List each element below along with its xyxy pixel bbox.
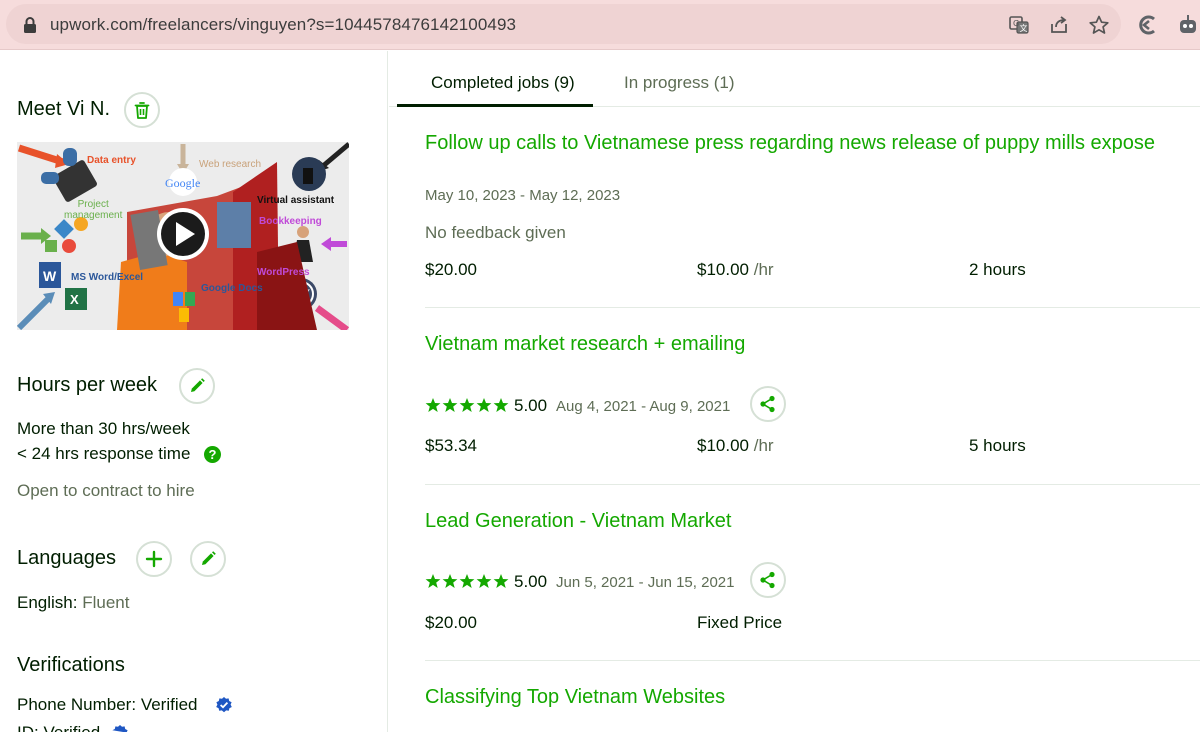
id-verification: ID: Verified	[17, 723, 100, 732]
svg-text:X: X	[70, 292, 79, 307]
job-earned: $53.34	[425, 436, 477, 455]
video-label-bookkeeping: Bookkeeping	[259, 216, 322, 227]
job-price-type: Fixed Price	[697, 613, 783, 632]
job-feedback: No feedback given	[425, 223, 566, 242]
phone-label: Phone Number:	[17, 695, 137, 714]
star-icon	[425, 574, 441, 588]
lock-icon	[24, 17, 36, 33]
video-label-google-docs: Google Docs	[201, 283, 263, 294]
star-icon	[493, 574, 509, 588]
video-label-data-entry: Data entry	[87, 155, 136, 166]
trash-icon	[134, 102, 150, 119]
id-value: Verified	[43, 723, 100, 732]
divider	[425, 484, 1200, 485]
contract-to-hire: Open to contract to hire	[17, 481, 195, 500]
hours-value: More than 30 hrs/week	[17, 419, 190, 438]
star-icon	[459, 398, 475, 412]
verified-badge-icon	[112, 725, 128, 732]
star-icon	[493, 398, 509, 412]
tab-completed-jobs[interactable]: Completed jobs (9)	[431, 73, 575, 93]
video-label-ms-word-excel: MS Word/Excel	[71, 272, 144, 283]
phone-verification: Phone Number: Verified	[17, 695, 198, 715]
rating-stars	[425, 397, 509, 413]
star-icon	[442, 398, 458, 412]
profile-sidebar: Meet Vi N. Google W X Data entry Web res…	[0, 51, 388, 732]
job-dates: Aug 4, 2021 - Aug 9, 2021	[556, 398, 731, 415]
plus-icon	[145, 550, 163, 568]
rating-score: 5.00	[514, 396, 548, 415]
job-title-link[interactable]: Lead Generation - Vietnam Market	[425, 510, 731, 533]
job-hours: 5 hours	[969, 436, 1026, 455]
language-name: English:	[17, 593, 78, 612]
job-earned: $20.00	[425, 613, 477, 632]
work-history-panel: Completed jobs (9) In progress (1) Follo…	[389, 51, 1200, 732]
robot-extension-icon[interactable]	[1176, 13, 1200, 37]
verifications-title: Verifications	[17, 654, 125, 676]
video-label-virtual-assistant: Virtual assistant	[257, 195, 335, 206]
job-title-link[interactable]: Follow up calls to Vietnamese press rega…	[425, 132, 1155, 155]
job-title-link[interactable]: Classifying Top Vietnam Websites	[425, 686, 725, 709]
language-level: Fluent	[82, 593, 130, 612]
share-icon[interactable]	[1048, 14, 1070, 36]
tab-in-progress[interactable]: In progress (1)	[624, 73, 735, 93]
star-icon	[425, 398, 441, 412]
job-rate-unit: /hr	[753, 436, 774, 455]
job-rate: $10.00 /hr	[697, 260, 774, 280]
url-text[interactable]: upwork.com/freelancers/vinguyen?s=104457…	[50, 15, 516, 35]
id-label: ID:	[17, 723, 39, 732]
star-icon	[442, 574, 458, 588]
star-icon	[459, 574, 475, 588]
svg-text:G: G	[1013, 19, 1019, 28]
job-rate-value: $10.00	[697, 260, 749, 279]
video-label-project-management: Project management	[64, 199, 123, 221]
extension-icon[interactable]	[1136, 13, 1160, 37]
star-icon	[476, 398, 492, 412]
help-icon[interactable]: ?	[204, 446, 221, 463]
rating-stars	[425, 573, 509, 589]
translate-icon[interactable]: G 文	[1008, 14, 1030, 36]
pencil-icon	[202, 551, 216, 565]
bookmark-star-icon[interactable]	[1088, 14, 1110, 36]
languages-title: Languages	[17, 547, 116, 569]
verified-badge-icon	[216, 697, 232, 713]
star-icon	[476, 574, 492, 588]
hours-per-week-title: Hours per week	[17, 374, 158, 396]
edit-hours-button[interactable]	[179, 368, 215, 404]
language-entry: English: Fluent	[17, 593, 129, 613]
delete-video-button[interactable]	[124, 92, 160, 128]
svg-text:文: 文	[1020, 23, 1028, 33]
share-icon	[760, 395, 775, 413]
job-rate-unit: /hr	[753, 260, 774, 279]
divider	[425, 660, 1200, 661]
edit-languages-button[interactable]	[190, 541, 226, 577]
svg-text:W: W	[43, 268, 57, 284]
job-title-link[interactable]: Vietnam market research + emailing	[425, 333, 745, 356]
intro-video-thumbnail[interactable]: Google W X W	[17, 142, 349, 330]
phone-value: Verified	[140, 695, 198, 714]
browser-toolbar: upwork.com/freelancers/vinguyen?s=104457…	[0, 0, 1200, 50]
address-bar[interactable]: upwork.com/freelancers/vinguyen?s=104457…	[6, 4, 1121, 44]
rating-score: 5.00	[514, 572, 548, 591]
job-dates: Jun 5, 2021 - Jun 15, 2021	[556, 574, 735, 591]
share-icon	[760, 571, 775, 589]
share-job-button[interactable]	[750, 386, 786, 422]
job-rate: $10.00 /hr	[697, 436, 774, 456]
google-logo: Google	[165, 176, 200, 190]
job-earned: $20.00	[425, 260, 477, 279]
job-hours: 2 hours	[969, 260, 1026, 279]
pencil-icon	[191, 378, 205, 392]
meet-title: Meet Vi N.	[17, 98, 110, 120]
work-history-tabs: Completed jobs (9) In progress (1)	[389, 51, 1200, 107]
job-rate-value: $10.00	[697, 436, 749, 455]
response-time: < 24 hrs response time	[17, 444, 191, 463]
divider	[425, 307, 1200, 308]
share-job-button[interactable]	[750, 562, 786, 598]
video-label-wordpress: WordPress	[257, 267, 310, 278]
video-label-web-research: Web research	[199, 159, 262, 170]
job-dates: May 10, 2023 - May 12, 2023	[425, 187, 621, 204]
active-tab-indicator	[397, 104, 593, 107]
video-collage: Google W X W	[17, 142, 349, 330]
add-language-button[interactable]	[136, 541, 172, 577]
